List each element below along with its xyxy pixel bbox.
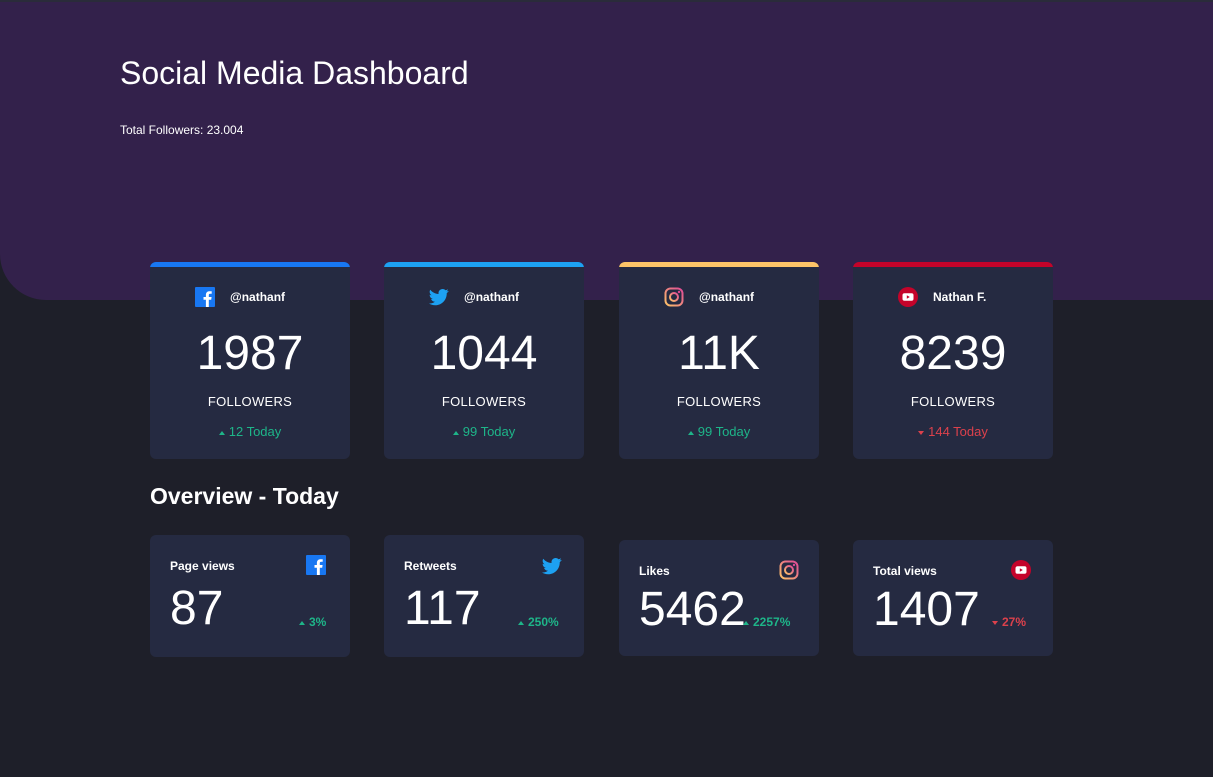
today-change: 144 Today	[853, 424, 1053, 439]
followers-label: FOLLOWERS	[910, 394, 996, 409]
metric-label: Page views	[170, 559, 235, 573]
youtube-icon	[1011, 560, 1031, 580]
handle-row: @nathanf	[384, 287, 584, 309]
follower-card-twitter[interactable]: @nathanf 1044 FOLLOWERS 99 Today	[384, 262, 584, 459]
today-change: 99 Today	[384, 424, 584, 439]
overview-card-retweets[interactable]: Retweets 117 250%	[384, 535, 584, 657]
arrow-down-icon	[918, 430, 925, 435]
overview-title: Overview - Today	[150, 483, 339, 509]
followers-label: FOLLOWERS	[676, 394, 762, 409]
handle: @nathanf	[464, 290, 520, 304]
metric-percent-text: 2257%	[753, 615, 791, 629]
today-change-text: 144 Today	[928, 424, 988, 439]
instagram-icon	[664, 287, 684, 307]
overview-card-likes[interactable]: Likes 5462 2257%	[619, 540, 819, 656]
metric-percent-text: 27%	[1002, 615, 1027, 629]
metric-label: Total views	[873, 564, 937, 578]
today-change-text: 99 Today	[462, 424, 516, 439]
metric-value: 1407	[873, 583, 980, 636]
instagram-icon	[779, 560, 799, 580]
arrow-up-icon	[452, 430, 459, 435]
arrow-up-icon	[299, 620, 305, 625]
today-change: 12 Today	[150, 424, 350, 439]
header-background	[0, 2, 1213, 300]
metric-percent-text: 3%	[309, 615, 327, 629]
facebook-icon	[195, 287, 215, 307]
youtube-icon	[898, 287, 918, 307]
handle: @nathanf	[230, 290, 286, 304]
overview-card-total-views[interactable]: Total views 1407 27%	[853, 540, 1053, 656]
follower-count: 1987	[196, 327, 304, 380]
today-change-text: 12 Today	[228, 424, 282, 439]
card-accent-stripe	[853, 262, 1053, 267]
metric-value: 5462	[639, 583, 746, 636]
handle: Nathan F.	[933, 290, 987, 304]
metric-label: Likes	[639, 564, 670, 578]
today-change-text: 99 Today	[697, 424, 751, 439]
metric-value: 87	[170, 582, 224, 635]
twitter-icon	[542, 556, 562, 576]
dashboard-page: Social Media Dashboard Total Followers: …	[0, 0, 1213, 777]
handle: @nathanf	[699, 290, 755, 304]
metric-percent: 27%	[992, 615, 1026, 629]
follower-card-instagram[interactable]: @nathanf 11K FOLLOWERS 99 Today	[619, 262, 819, 459]
arrow-up-icon	[518, 620, 524, 625]
card-accent-stripe	[150, 262, 350, 267]
follower-count: 8239	[899, 327, 1007, 380]
follower-count: 11K	[678, 327, 760, 380]
followers-label: FOLLOWERS	[441, 394, 527, 409]
metric-percent: 3%	[299, 615, 326, 629]
metric-percent-text: 250%	[528, 615, 559, 629]
follower-count: 1044	[430, 327, 538, 380]
handle-row: Nathan F.	[853, 287, 1053, 309]
arrow-up-icon	[687, 430, 694, 435]
arrow-up-icon	[218, 430, 225, 435]
card-accent-stripe	[384, 262, 584, 267]
twitter-icon	[429, 287, 449, 307]
arrow-up-icon	[743, 620, 749, 625]
facebook-icon	[306, 555, 326, 575]
metric-percent: 250%	[518, 615, 559, 629]
card-accent-stripe	[619, 262, 819, 267]
page-title: Social Media Dashboard	[120, 55, 469, 91]
handle-row: @nathanf	[150, 287, 350, 309]
today-change: 99 Today	[619, 424, 819, 439]
handle-row: @nathanf	[619, 287, 819, 309]
arrow-down-icon	[992, 620, 998, 625]
overview-card-page-views[interactable]: Page views 87 3%	[150, 535, 350, 657]
metric-value: 117	[404, 582, 481, 635]
total-followers: Total Followers: 23.004	[120, 123, 244, 137]
metric-percent: 2257%	[743, 615, 790, 629]
followers-label: FOLLOWERS	[207, 394, 293, 409]
follower-card-youtube[interactable]: Nathan F. 8239 FOLLOWERS 144 Today	[853, 262, 1053, 459]
metric-label: Retweets	[404, 559, 457, 573]
follower-card-facebook[interactable]: @nathanf 1987 FOLLOWERS 12 Today	[150, 262, 350, 459]
